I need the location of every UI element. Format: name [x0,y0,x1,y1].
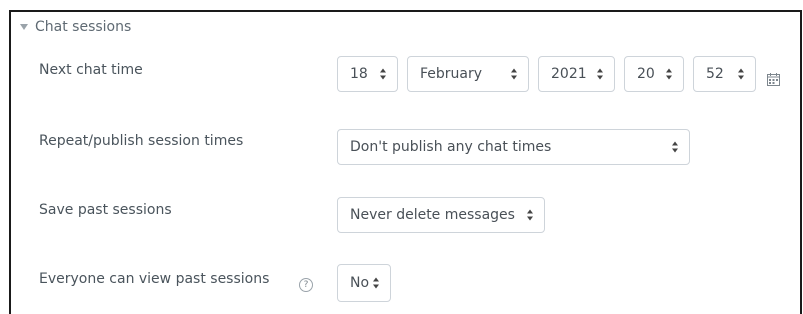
settings-panel: Chat sessions Next chat time 18 February… [9,10,802,314]
select-arrows-icon [527,209,534,221]
repeat-publish-select[interactable]: Don't publish any chat times [337,129,690,165]
save-past-sessions-label: Save past sessions [39,202,172,218]
everyone-view-select[interactable]: No [337,264,391,302]
select-arrows-icon [511,68,518,80]
select-arrows-icon [666,68,673,80]
section-title: Chat sessions [35,19,132,35]
save-past-sessions-value: Never delete messages [350,207,515,223]
help-icon[interactable]: ? [299,278,313,292]
year-select[interactable]: 2021 [538,56,615,92]
select-arrows-icon [373,277,380,289]
select-arrows-icon [738,68,745,80]
everyone-view-value: No [350,275,370,291]
next-chat-time-label: Next chat time [39,62,143,78]
repeat-publish-label: Repeat/publish session times [39,133,244,149]
minute-value: 52 [706,66,724,82]
caret-down-icon [20,24,28,30]
day-value: 18 [350,66,368,82]
everyone-view-label: Everyone can view past sessions [39,271,270,287]
select-arrows-icon [597,68,604,80]
month-select[interactable]: February [407,56,529,92]
repeat-publish-value: Don't publish any chat times [350,139,552,155]
save-past-sessions-select[interactable]: Never delete messages [337,197,545,233]
hour-select[interactable]: 20 [624,56,684,92]
select-arrows-icon [380,68,387,80]
minute-select[interactable]: 52 [693,56,756,92]
month-value: February [420,66,483,82]
select-arrows-icon [672,141,679,153]
hour-value: 20 [637,66,655,82]
year-value: 2021 [551,66,587,82]
calendar-icon[interactable] [767,73,780,86]
section-header-chat-sessions[interactable]: Chat sessions [20,19,131,35]
day-select[interactable]: 18 [337,56,398,92]
